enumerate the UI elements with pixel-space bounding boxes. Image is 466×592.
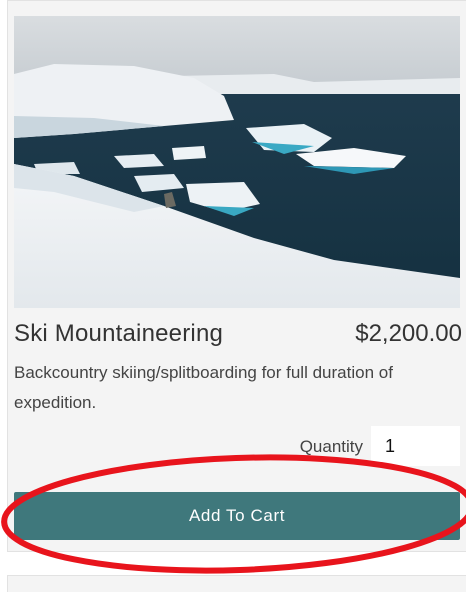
next-product-card	[7, 575, 466, 592]
add-to-cart-button[interactable]: Add To Cart	[14, 492, 460, 540]
product-title: Ski Mountaineering	[14, 320, 224, 347]
product-image	[14, 16, 460, 308]
product-description: Backcountry skiing/splitboarding for ful…	[14, 363, 393, 412]
page: Ski Mountaineering $2,200.00 Backcountry…	[0, 0, 466, 592]
quantity-input[interactable]	[371, 426, 460, 466]
quantity-label: Quantity	[299, 437, 363, 456]
product-price: $2,200.00	[355, 320, 462, 347]
